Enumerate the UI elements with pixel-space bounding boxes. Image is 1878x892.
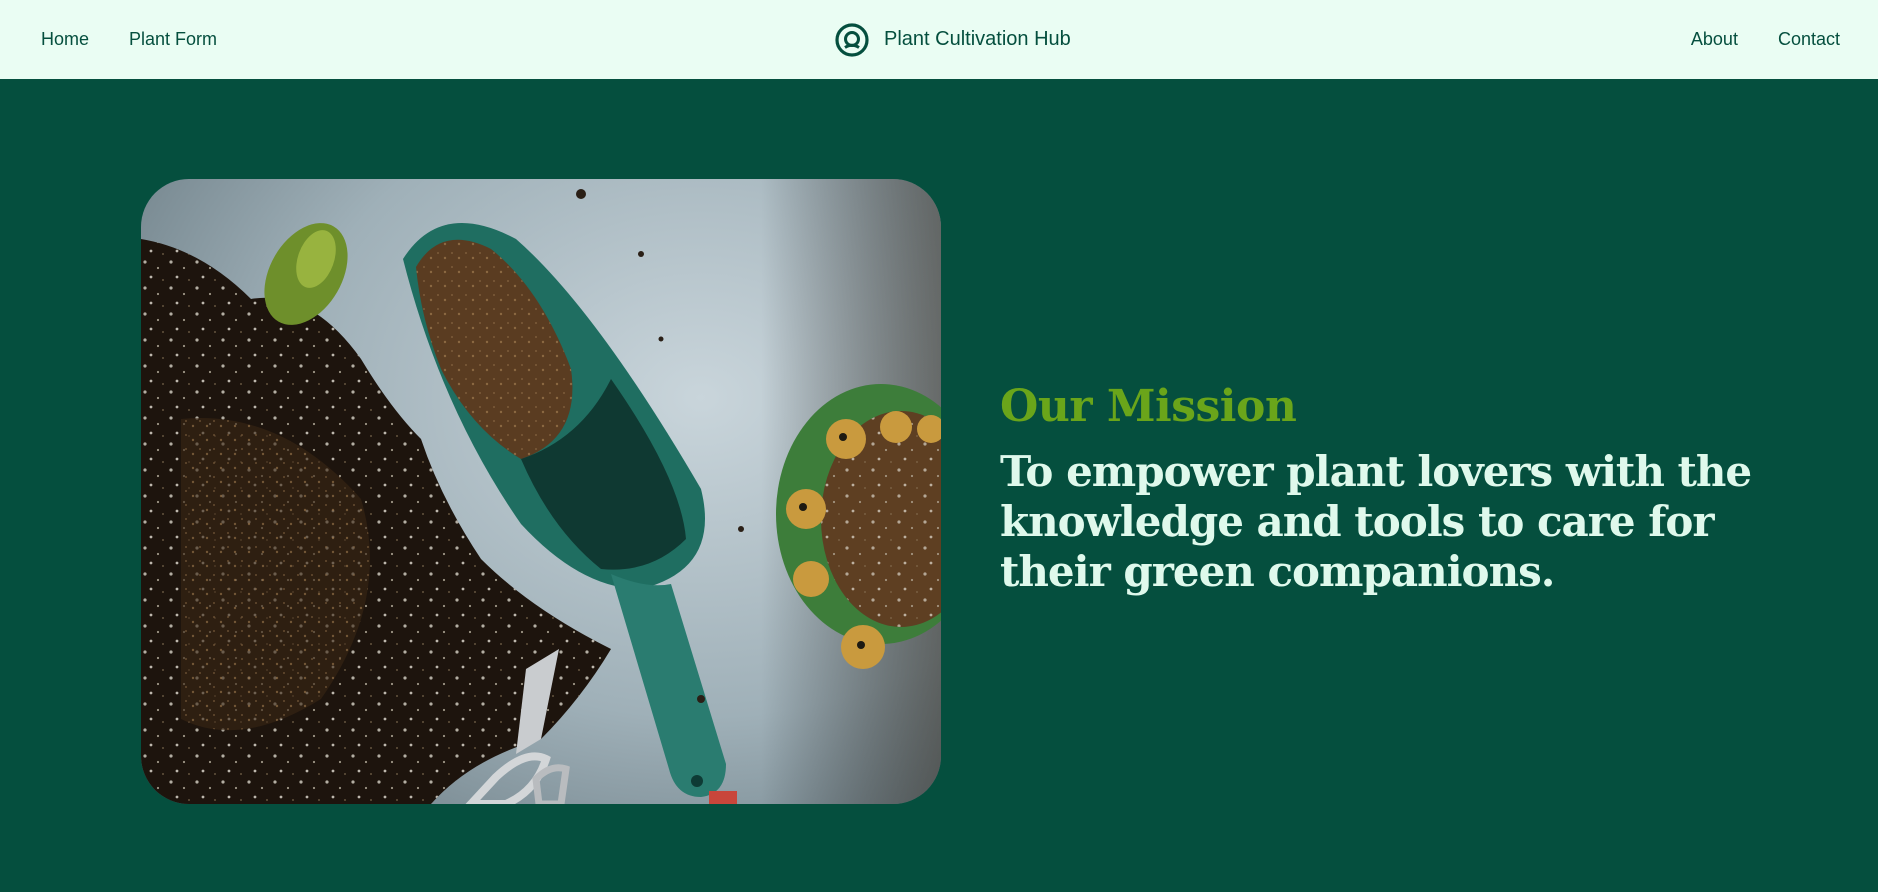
mission-statement: To empower plant lovers with the knowled… bbox=[1000, 447, 1752, 596]
nav-link-plant-form[interactable]: Plant Form bbox=[129, 29, 217, 50]
brand-name: Plant Cultivation Hub bbox=[884, 28, 1071, 50]
mission-text-block: Our Mission To empower plant lovers with… bbox=[1000, 379, 1760, 597]
leaf-circle-logo-icon bbox=[835, 22, 869, 57]
hero-image bbox=[141, 179, 941, 804]
nav-link-about[interactable]: About bbox=[1691, 29, 1738, 50]
nav-link-contact[interactable]: Contact bbox=[1778, 29, 1840, 50]
nav-link-home[interactable]: Home bbox=[41, 29, 89, 50]
nav-left: Home Plant Form bbox=[41, 29, 217, 50]
brand-home-link[interactable]: Plant Cultivation Hub bbox=[834, 0, 1071, 79]
mission-section: Our Mission To empower plant lovers with… bbox=[0, 79, 1878, 892]
top-navigation: Home Plant Form Plant Cultivation Hub Ab… bbox=[0, 0, 1878, 79]
nav-right: About Contact bbox=[1691, 29, 1840, 50]
garden-trowel-and-soil-photo bbox=[141, 179, 941, 804]
mission-heading: Our Mission bbox=[1000, 381, 1297, 432]
